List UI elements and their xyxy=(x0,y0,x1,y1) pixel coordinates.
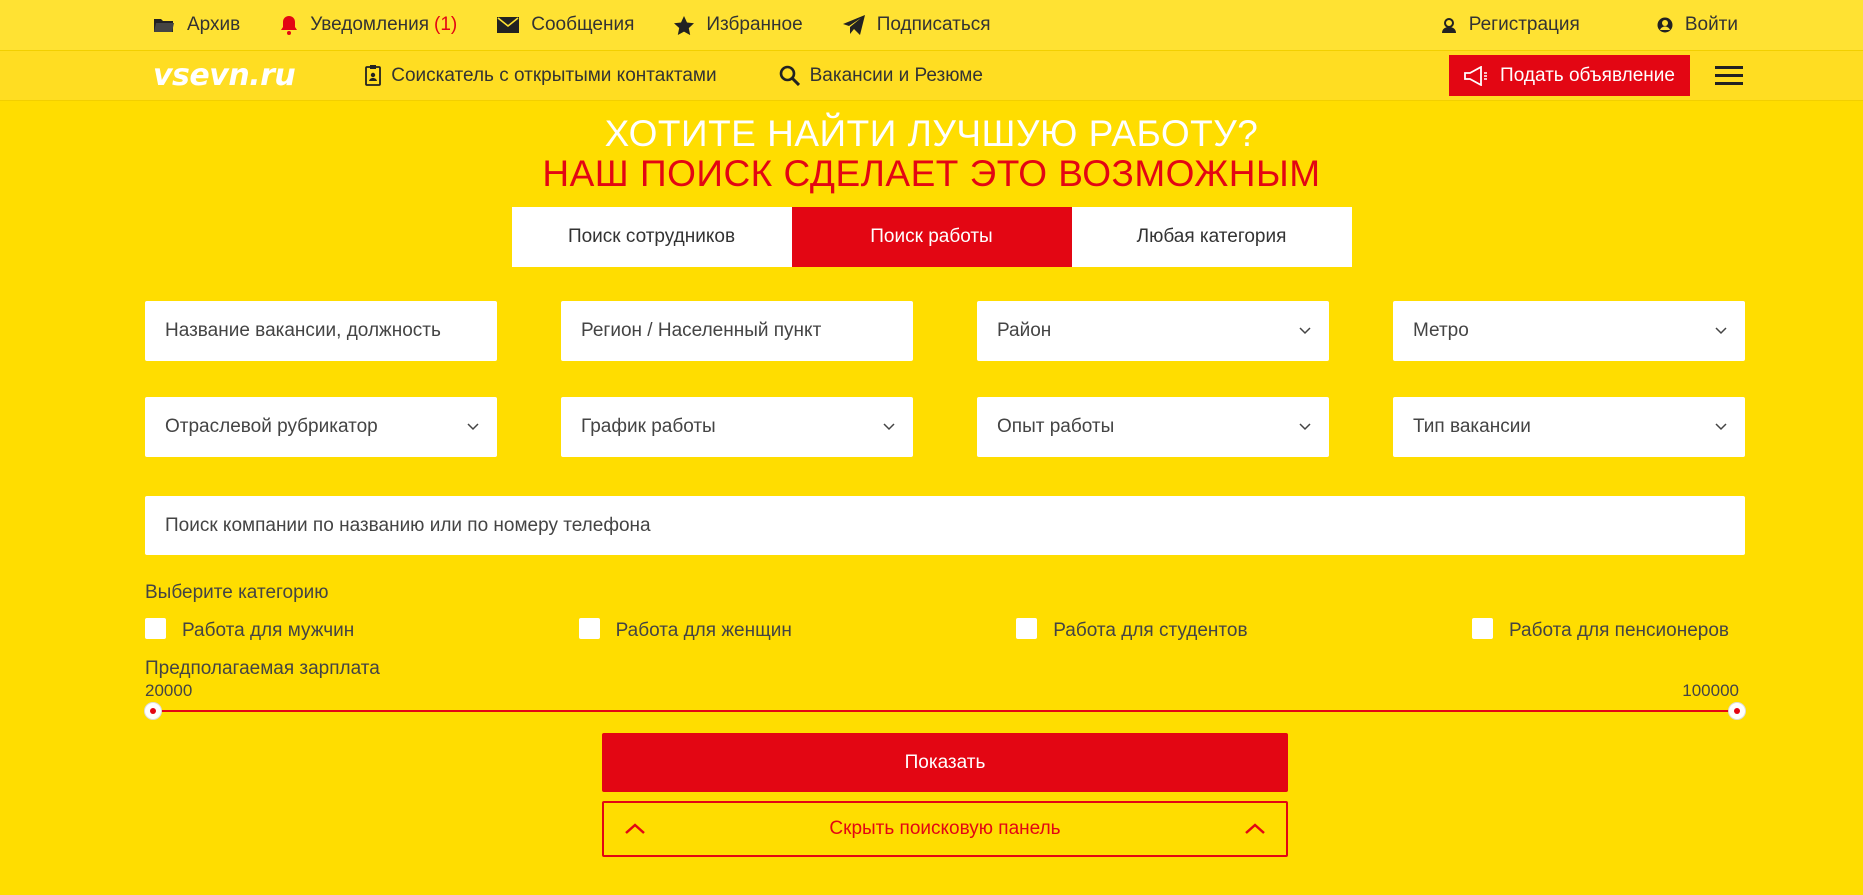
paper-plane-icon xyxy=(842,15,865,35)
user-icon xyxy=(1657,17,1673,33)
industry-select[interactable]: Отраслевой рубрикатор xyxy=(145,397,497,457)
checkbox-box[interactable] xyxy=(145,617,166,639)
checkbox-box[interactable] xyxy=(578,617,600,639)
notifications-label: Уведомления xyxy=(310,14,430,35)
experience-select[interactable]: Опыт работы xyxy=(977,397,1329,457)
chevron-up-icon xyxy=(625,823,645,834)
post-ad-button[interactable]: Подать объявление xyxy=(1449,55,1690,96)
category-checkboxes: Работа для мужчин Работа для женщин Рабо… xyxy=(145,617,1745,642)
menu-icon[interactable] xyxy=(1715,61,1743,90)
metro-select[interactable]: Метро xyxy=(1393,301,1745,361)
region-input[interactable]: Регион / Населенный пункт xyxy=(561,301,913,361)
tab-any-category[interactable]: Любая категория xyxy=(1071,207,1352,267)
login-label: Войти xyxy=(1684,14,1738,35)
salary-slider-track xyxy=(153,710,1737,712)
checkbox-label: Работа для пенсионеров xyxy=(1508,620,1729,641)
salary-max-value: 100000 xyxy=(1682,681,1739,700)
notifications-link[interactable]: Уведомления (1) xyxy=(280,14,457,36)
search-icon xyxy=(779,65,800,86)
category-title: Выберите категорию xyxy=(145,582,329,603)
checkbox-students[interactable]: Работа для студентов xyxy=(1016,617,1248,642)
hero-heading: ХОТИТЕ НАЙТИ ЛУЧШУЮ РАБОТУ? НАШ ПОИСК СД… xyxy=(0,114,1863,194)
company-search-placeholder: Поиск компании по названию или по номеру… xyxy=(165,514,651,536)
search-form: Название вакансии, должность Регион / На… xyxy=(0,301,1863,857)
folder-icon xyxy=(154,19,174,32)
hero-line-2: НАШ ПОИСК СДЕЛАЕТ ЭТО ВОЗМОЖНЫМ xyxy=(542,153,1321,194)
checkbox-pensioners[interactable]: Работа для пенсионеров xyxy=(1471,617,1729,642)
top-bar: Архив Уведомления (1) Сообщения Избранно… xyxy=(0,0,1863,51)
search-mode-tabs: Поиск сотрудников Поиск работы Любая кат… xyxy=(0,207,1863,267)
metro-placeholder: Метро xyxy=(1413,320,1469,341)
checkbox-men[interactable]: Работа для мужчин xyxy=(145,617,355,642)
industry-placeholder: Отраслевой рубрикатор xyxy=(165,416,378,437)
favorites-label: Избранное xyxy=(706,14,803,35)
experience-placeholder: Опыт работы xyxy=(997,416,1115,437)
show-results-button[interactable]: Показать xyxy=(602,733,1288,792)
checkbox-label: Работа для женщин xyxy=(615,620,792,641)
district-select[interactable]: Район xyxy=(977,301,1329,361)
chevron-down-icon xyxy=(1299,423,1311,431)
main-nav: vsevn.ru Соискатель с открытыми контакта… xyxy=(0,51,1863,101)
notifications-count: (1) xyxy=(434,14,458,35)
register-link[interactable]: Регистрация xyxy=(1441,14,1580,36)
messages-label: Сообщения xyxy=(531,14,635,35)
hide-search-panel-label: Скрыть поисковую панель xyxy=(829,818,1061,839)
salary-min-value: 20000 xyxy=(145,681,193,700)
salary-title: Предполагаемая зарплата xyxy=(145,658,380,679)
schedule-placeholder: График работы xyxy=(581,416,716,437)
vacancy-type-select[interactable]: Тип вакансии xyxy=(1393,397,1745,457)
checkbox-women[interactable]: Работа для женщин xyxy=(578,617,792,642)
star-icon xyxy=(674,15,695,35)
site-logo[interactable]: vsevn.ru xyxy=(153,58,296,93)
hide-search-panel-button[interactable]: Скрыть поисковую панель xyxy=(602,801,1288,857)
chevron-down-icon xyxy=(1715,327,1727,335)
chevron-down-icon xyxy=(883,423,895,431)
checkbox-box[interactable] xyxy=(1016,617,1038,639)
vacancies-resumes-label: Вакансии и Резюме xyxy=(809,64,983,86)
salary-max-handle[interactable] xyxy=(1729,703,1745,719)
login-link[interactable]: Войти xyxy=(1657,14,1738,36)
schedule-select[interactable]: График работы xyxy=(561,397,913,457)
hero-line-1: ХОТИТЕ НАЙТИ ЛУЧШУЮ РАБОТУ? xyxy=(604,113,1259,154)
open-contacts-link[interactable]: Соискатель с открытыми контактами xyxy=(365,64,717,87)
vacancy-type-placeholder: Тип вакансии xyxy=(1413,416,1531,437)
register-user-icon xyxy=(1441,18,1456,33)
tab-find-job[interactable]: Поиск работы xyxy=(791,207,1072,267)
subscribe-link[interactable]: Подписаться xyxy=(842,14,991,36)
tab-find-employees[interactable]: Поиск сотрудников xyxy=(511,207,792,267)
subscribe-label: Подписаться xyxy=(876,14,991,35)
company-search-input[interactable]: Поиск компании по названию или по номеру… xyxy=(145,496,1745,555)
bell-icon xyxy=(281,16,298,35)
checkbox-box[interactable] xyxy=(1471,617,1493,639)
checkbox-label: Работа для студентов xyxy=(1053,620,1248,641)
salary-min-handle[interactable] xyxy=(145,703,161,719)
chevron-down-icon xyxy=(1299,327,1311,335)
vacancies-resumes-link[interactable]: Вакансии и Резюме xyxy=(779,65,983,87)
chevron-down-icon xyxy=(467,423,479,431)
id-badge-icon xyxy=(365,65,382,86)
messages-link[interactable]: Сообщения xyxy=(497,14,634,36)
archive-label: Архив xyxy=(187,14,241,35)
region-placeholder: Регион / Населенный пункт xyxy=(581,320,822,341)
chevron-up-icon xyxy=(1245,823,1265,834)
vacancy-placeholder: Название вакансии, должность xyxy=(165,320,441,341)
district-placeholder: Район xyxy=(997,320,1052,341)
open-contacts-label: Соискатель с открытыми контактами xyxy=(391,64,717,86)
envelope-icon xyxy=(497,17,520,33)
favorites-link[interactable]: Избранное xyxy=(674,14,803,36)
checkbox-label: Работа для мужчин xyxy=(182,620,355,641)
salary-slider[interactable] xyxy=(145,701,1745,721)
chevron-down-icon xyxy=(1715,423,1727,431)
post-ad-label: Подать объявление xyxy=(1500,64,1675,86)
vacancy-input[interactable]: Название вакансии, должность xyxy=(145,301,497,361)
salary-range-labels: 20000 100000 xyxy=(145,681,1745,701)
megaphone-icon xyxy=(1464,65,1488,86)
register-label: Регистрация xyxy=(1468,14,1580,35)
archive-link[interactable]: Архив xyxy=(153,14,240,36)
